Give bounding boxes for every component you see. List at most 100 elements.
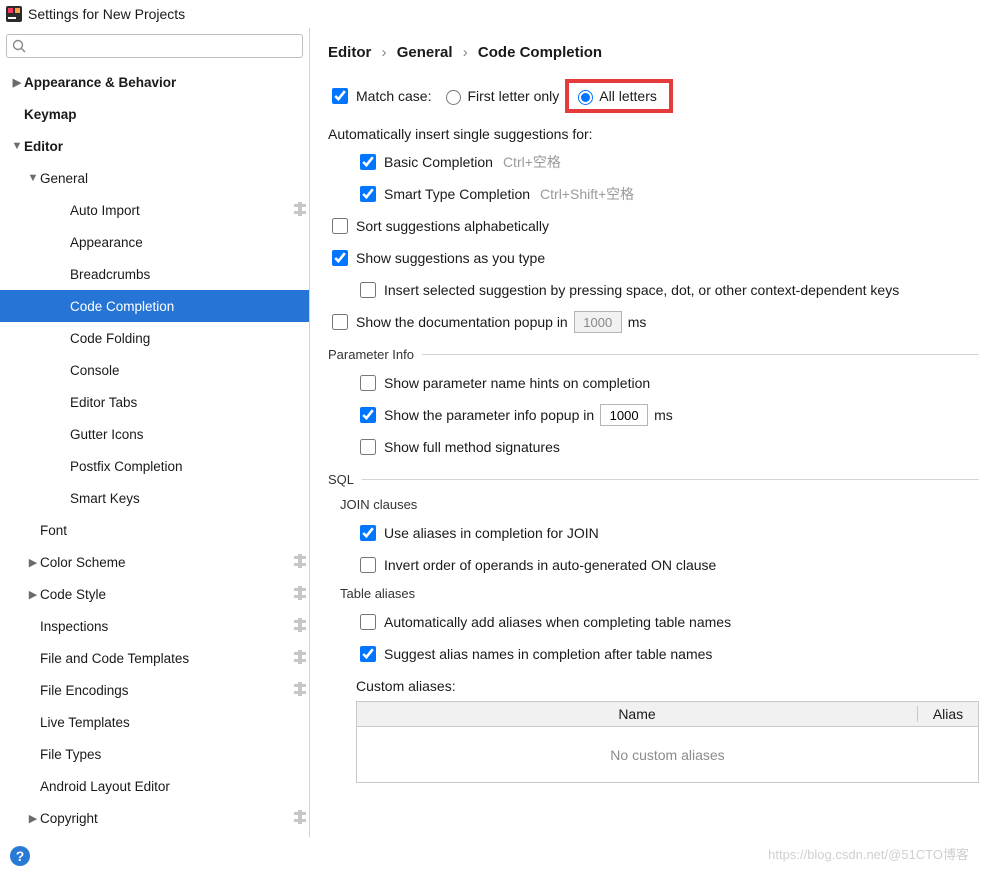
match-case-label: Match case: xyxy=(356,85,431,107)
smart-completion-row: Smart Type Completion Ctrl+Shift+空格 xyxy=(328,183,979,205)
show-as-type-label: Show suggestions as you type xyxy=(356,247,545,269)
auto-add-aliases-label: Automatically add aliases when completin… xyxy=(384,611,731,633)
full-sig-label: Show full method signatures xyxy=(384,436,560,458)
show-hints-label: Show parameter name hints on completion xyxy=(384,372,650,394)
chevron-right-icon[interactable]: ▶ xyxy=(26,812,40,825)
chevron-down-icon[interactable]: ▼ xyxy=(26,172,40,184)
tree-item-label: Smart Keys xyxy=(70,491,291,506)
tree-item-label: Color Scheme xyxy=(40,555,291,570)
insert-selected-checkbox[interactable] xyxy=(360,282,376,298)
show-hints-checkbox[interactable] xyxy=(360,375,376,391)
show-as-type-checkbox[interactable] xyxy=(332,250,348,266)
tree-item-appearance[interactable]: Appearance xyxy=(0,226,309,258)
search-icon xyxy=(11,38,27,54)
tree-item-label: File Encodings xyxy=(40,683,291,698)
chevron-down-icon[interactable]: ▼ xyxy=(10,140,24,152)
section-parameter-info: Parameter Info xyxy=(328,347,979,362)
settings-scope-icon xyxy=(291,682,309,699)
auto-insert-heading: Automatically insert single suggestions … xyxy=(328,123,979,145)
tree-item-inspections[interactable]: Inspections xyxy=(0,610,309,642)
tree-item-code-completion[interactable]: Code Completion xyxy=(0,290,309,322)
tree-item-smart-keys[interactable]: Smart Keys xyxy=(0,482,309,514)
show-param-popup-row: Show the parameter info popup in ms xyxy=(328,404,979,426)
chevron-right-icon[interactable]: ▶ xyxy=(26,556,40,569)
auto-add-aliases-checkbox[interactable] xyxy=(360,614,376,630)
tree-item-auto-import[interactable]: Auto Import xyxy=(0,194,309,226)
show-doc-ms-input[interactable] xyxy=(574,311,622,333)
column-name[interactable]: Name xyxy=(357,706,918,722)
invert-order-checkbox[interactable] xyxy=(360,557,376,573)
chevron-right-icon[interactable]: ▶ xyxy=(10,76,24,89)
help-icon[interactable]: ? xyxy=(10,846,30,866)
param-popup-ms-input[interactable] xyxy=(600,404,648,426)
tree-item-editor[interactable]: ▼Editor xyxy=(0,130,309,162)
use-aliases-checkbox[interactable] xyxy=(360,525,376,541)
window-title-bar: Settings for New Projects xyxy=(0,0,989,28)
show-doc-row: Show the documentation popup in ms xyxy=(328,311,979,333)
highlight-annotation: All letters xyxy=(565,79,673,113)
all-letters-radio[interactable] xyxy=(578,90,593,105)
first-letter-label: First letter only xyxy=(467,85,559,107)
tree-item-code-folding[interactable]: Code Folding xyxy=(0,322,309,354)
search-input-container[interactable] xyxy=(6,34,303,58)
breadcrumb-part[interactable]: Editor xyxy=(328,44,371,61)
tree-item-label: File and Code Templates xyxy=(40,651,291,666)
join-clauses-heading: JOIN clauses xyxy=(340,497,979,512)
breadcrumb-part[interactable]: General xyxy=(397,44,453,61)
tree-item-label: Inspections xyxy=(40,619,291,634)
invert-order-row: Invert order of operands in auto-generat… xyxy=(328,554,979,576)
tree-item-console[interactable]: Console xyxy=(0,354,309,386)
column-alias[interactable]: Alias xyxy=(918,706,978,722)
param-popup-unit: ms xyxy=(654,404,673,426)
tree-item-general[interactable]: ▼General xyxy=(0,162,309,194)
settings-scope-icon xyxy=(291,618,309,635)
tree-item-label: Editor Tabs xyxy=(70,395,291,410)
tree-item-label: Editor xyxy=(24,139,291,154)
settings-scope-icon xyxy=(291,586,309,603)
basic-completion-shortcut: Ctrl+空格 xyxy=(503,151,561,173)
show-param-popup-checkbox[interactable] xyxy=(360,407,376,423)
smart-completion-checkbox[interactable] xyxy=(360,186,376,202)
full-sig-checkbox[interactable] xyxy=(360,439,376,455)
tree-item-breadcrumbs[interactable]: Breadcrumbs xyxy=(0,258,309,290)
custom-aliases-label: Custom aliases: xyxy=(328,675,979,697)
settings-scope-icon xyxy=(291,554,309,571)
basic-completion-label: Basic Completion xyxy=(384,151,493,173)
first-letter-radio[interactable] xyxy=(446,90,461,105)
tree-item-gutter-icons[interactable]: Gutter Icons xyxy=(0,418,309,450)
tree-item-keymap[interactable]: Keymap xyxy=(0,98,309,130)
tree-item-color-scheme[interactable]: ▶Color Scheme xyxy=(0,546,309,578)
tree-item-file-encodings[interactable]: File Encodings xyxy=(0,674,309,706)
show-doc-checkbox[interactable] xyxy=(332,314,348,330)
search-input[interactable] xyxy=(29,38,302,55)
tree-item-postfix-completion[interactable]: Postfix Completion xyxy=(0,450,309,482)
chevron-right-icon[interactable]: ▶ xyxy=(26,588,40,601)
settings-scope-icon xyxy=(291,650,309,667)
settings-tree-pane: ▶Appearance & BehaviorKeymap▼Editor▼Gene… xyxy=(0,28,310,837)
auto-add-aliases-row: Automatically add aliases when completin… xyxy=(328,611,979,633)
tree-item-label: Font xyxy=(40,523,291,538)
tree-item-code-style[interactable]: ▶Code Style xyxy=(0,578,309,610)
invert-order-label: Invert order of operands in auto-generat… xyxy=(384,554,716,576)
all-letters-label: All letters xyxy=(599,85,657,107)
tree-item-file-and-code-templates[interactable]: File and Code Templates xyxy=(0,642,309,674)
basic-completion-row: Basic Completion Ctrl+空格 xyxy=(328,151,979,173)
tree-item-label: Keymap xyxy=(24,107,291,122)
tree-item-editor-tabs[interactable]: Editor Tabs xyxy=(0,386,309,418)
chevron-right-icon: › xyxy=(463,44,468,61)
basic-completion-checkbox[interactable] xyxy=(360,154,376,170)
suggest-alias-checkbox[interactable] xyxy=(360,646,376,662)
sort-alpha-checkbox[interactable] xyxy=(332,218,348,234)
tree-item-live-templates[interactable]: Live Templates xyxy=(0,706,309,738)
tree-item-appearance-behavior[interactable]: ▶Appearance & Behavior xyxy=(0,66,309,98)
settings-detail-pane: Editor › General › Code Completion Match… xyxy=(310,28,989,837)
match-case-checkbox[interactable] xyxy=(332,88,348,104)
settings-tree[interactable]: ▶Appearance & BehaviorKeymap▼Editor▼Gene… xyxy=(0,64,309,837)
tree-item-file-types[interactable]: File Types xyxy=(0,738,309,770)
insert-selected-label: Insert selected suggestion by pressing s… xyxy=(384,279,899,301)
tree-item-label: Breadcrumbs xyxy=(70,267,291,282)
tree-item-copyright[interactable]: ▶Copyright xyxy=(0,802,309,834)
tree-item-android-layout-editor[interactable]: Android Layout Editor xyxy=(0,770,309,802)
tree-item-font[interactable]: Font xyxy=(0,514,309,546)
custom-aliases-table[interactable]: Name Alias No custom aliases xyxy=(328,701,979,783)
